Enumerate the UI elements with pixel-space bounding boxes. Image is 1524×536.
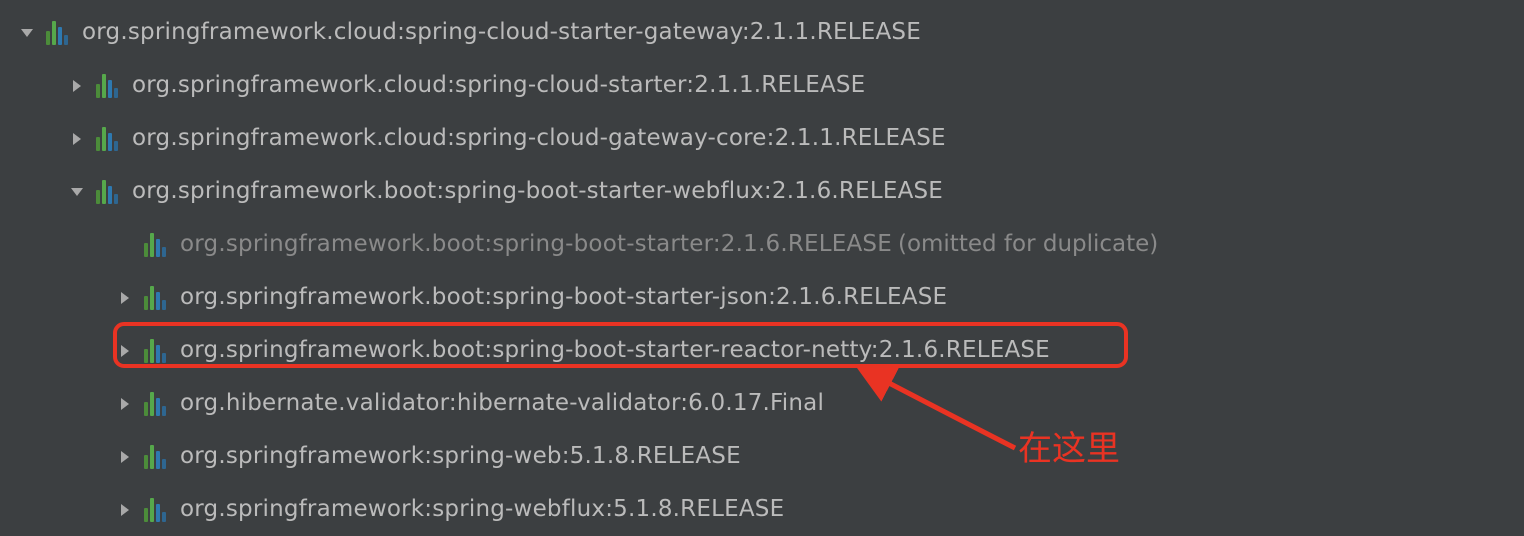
tree-row[interactable]: org.springframework.boot:spring-boot-sta… [0, 165, 1524, 218]
library-icon [96, 74, 118, 98]
dependency-label: org.springframework.boot:spring-boot-sta… [180, 286, 947, 309]
dependency-label: org.hibernate.validator:hibernate-valida… [180, 392, 824, 415]
dependency-label: org.springframework.boot:spring-boot-sta… [132, 180, 943, 203]
triangle-right-icon[interactable] [112, 290, 138, 306]
library-icon [144, 233, 166, 257]
dependency-tree[interactable]: org.springframework.cloud:spring-cloud-s… [0, 0, 1524, 536]
library-icon [144, 339, 166, 363]
tree-row[interactable]: org.springframework.boot:spring-boot-sta… [0, 218, 1524, 271]
dependency-label: org.springframework.cloud:spring-cloud-s… [82, 21, 921, 44]
library-icon [96, 127, 118, 151]
dependency-label: org.springframework:spring-webflux:5.1.8… [180, 498, 784, 521]
library-icon [46, 21, 68, 45]
tree-row[interactable]: org.springframework:spring-webflux:5.1.8… [0, 483, 1524, 536]
tree-row[interactable]: org.springframework.cloud:spring-cloud-s… [0, 6, 1524, 59]
dependency-label: org.springframework.cloud:spring-cloud-s… [132, 74, 865, 97]
triangle-right-icon[interactable] [112, 449, 138, 465]
tree-row[interactable]: org.hibernate.validator:hibernate-valida… [0, 377, 1524, 430]
dependency-suffix: (omitted for duplicate) [898, 233, 1158, 256]
triangle-right-icon[interactable] [112, 502, 138, 518]
triangle-right-icon[interactable] [112, 343, 138, 359]
triangle-right-icon[interactable] [112, 396, 138, 412]
library-icon [144, 286, 166, 310]
library-icon [144, 392, 166, 416]
tree-row[interactable]: org.springframework.cloud:spring-cloud-g… [0, 112, 1524, 165]
tree-row-highlighted[interactable]: org.springframework.boot:spring-boot-sta… [0, 324, 1524, 377]
dependency-label: org.springframework.cloud:spring-cloud-g… [132, 127, 946, 150]
library-icon [144, 445, 166, 469]
tree-row[interactable]: org.springframework.cloud:spring-cloud-s… [0, 59, 1524, 112]
triangle-right-icon[interactable] [64, 78, 90, 94]
library-icon [144, 498, 166, 522]
library-icon [96, 180, 118, 204]
tree-row[interactable]: org.springframework.boot:spring-boot-sta… [0, 271, 1524, 324]
tree-row[interactable]: org.springframework:spring-web:5.1.8.REL… [0, 430, 1524, 483]
triangle-down-icon[interactable] [14, 25, 40, 41]
triangle-right-icon[interactable] [64, 131, 90, 147]
dependency-label: org.springframework:spring-web:5.1.8.REL… [180, 445, 741, 468]
dependency-label: org.springframework.boot:spring-boot-sta… [180, 233, 892, 256]
triangle-down-icon[interactable] [64, 184, 90, 200]
dependency-label: org.springframework.boot:spring-boot-sta… [180, 339, 1050, 362]
